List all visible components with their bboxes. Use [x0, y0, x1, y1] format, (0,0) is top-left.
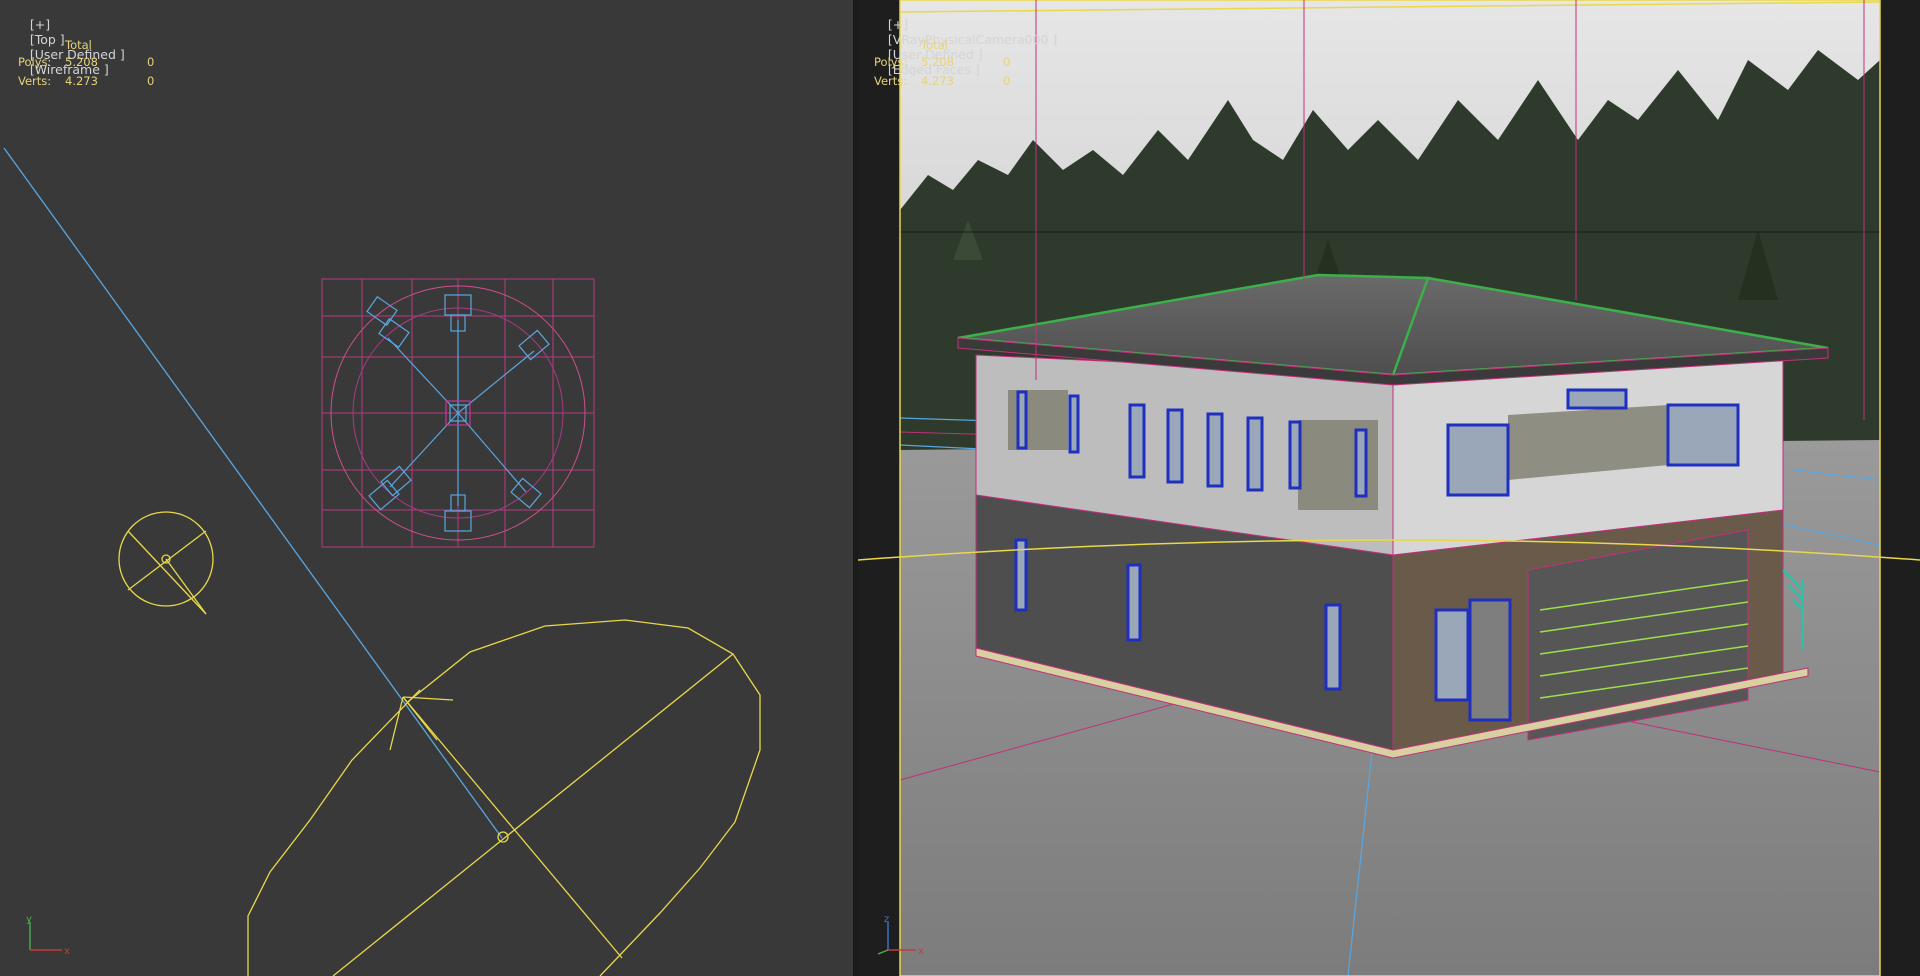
- stats-row: Verts: 4.273 0: [874, 74, 1011, 88]
- axis-label-x: x: [918, 946, 924, 957]
- camera-sightline: [3, 147, 503, 839]
- stats-overlay: Total Polys: 5.208 0 Verts: 4.273 0: [874, 38, 1023, 93]
- camera-render-scene[interactable]: [858, 0, 1920, 976]
- stats-row: Polys: 5.208 0: [18, 55, 155, 69]
- top-wireframe-scene[interactable]: [0, 0, 853, 976]
- axis-label-z: z: [884, 914, 889, 925]
- viewport-menu-plus[interactable]: [+]: [888, 17, 908, 32]
- stats-row: Polys: 5.208 0: [874, 55, 1011, 69]
- axis-label-y: y: [26, 914, 32, 925]
- stats-overlay: Total Polys: 5.208 0 Verts: 4.273 0: [18, 38, 167, 93]
- stats-header: Total: [65, 38, 92, 52]
- sun-helper[interactable]: [118, 511, 214, 615]
- viewport-menu-plus[interactable]: [+]: [30, 17, 50, 32]
- viewport-top[interactable]: [+] [Top ] [User Defined ] [Wireframe ] …: [0, 0, 853, 976]
- stats-row: Verts: 4.273 0: [18, 74, 155, 88]
- axis-label-x: x: [64, 946, 70, 957]
- axis-gizmo-xy: y x: [22, 914, 72, 958]
- axis-gizmo-xz: z x: [868, 914, 928, 958]
- 3dsmax-viewports: [+] [Top ] [User Defined ] [Wireframe ] …: [0, 0, 1920, 976]
- stats-header: Total: [921, 38, 948, 52]
- dome-light-ellipse[interactable]: [247, 619, 761, 976]
- viewport-camera[interactable]: [+] [VRayPhysicalCamera000 ] [User Defin…: [858, 0, 1920, 976]
